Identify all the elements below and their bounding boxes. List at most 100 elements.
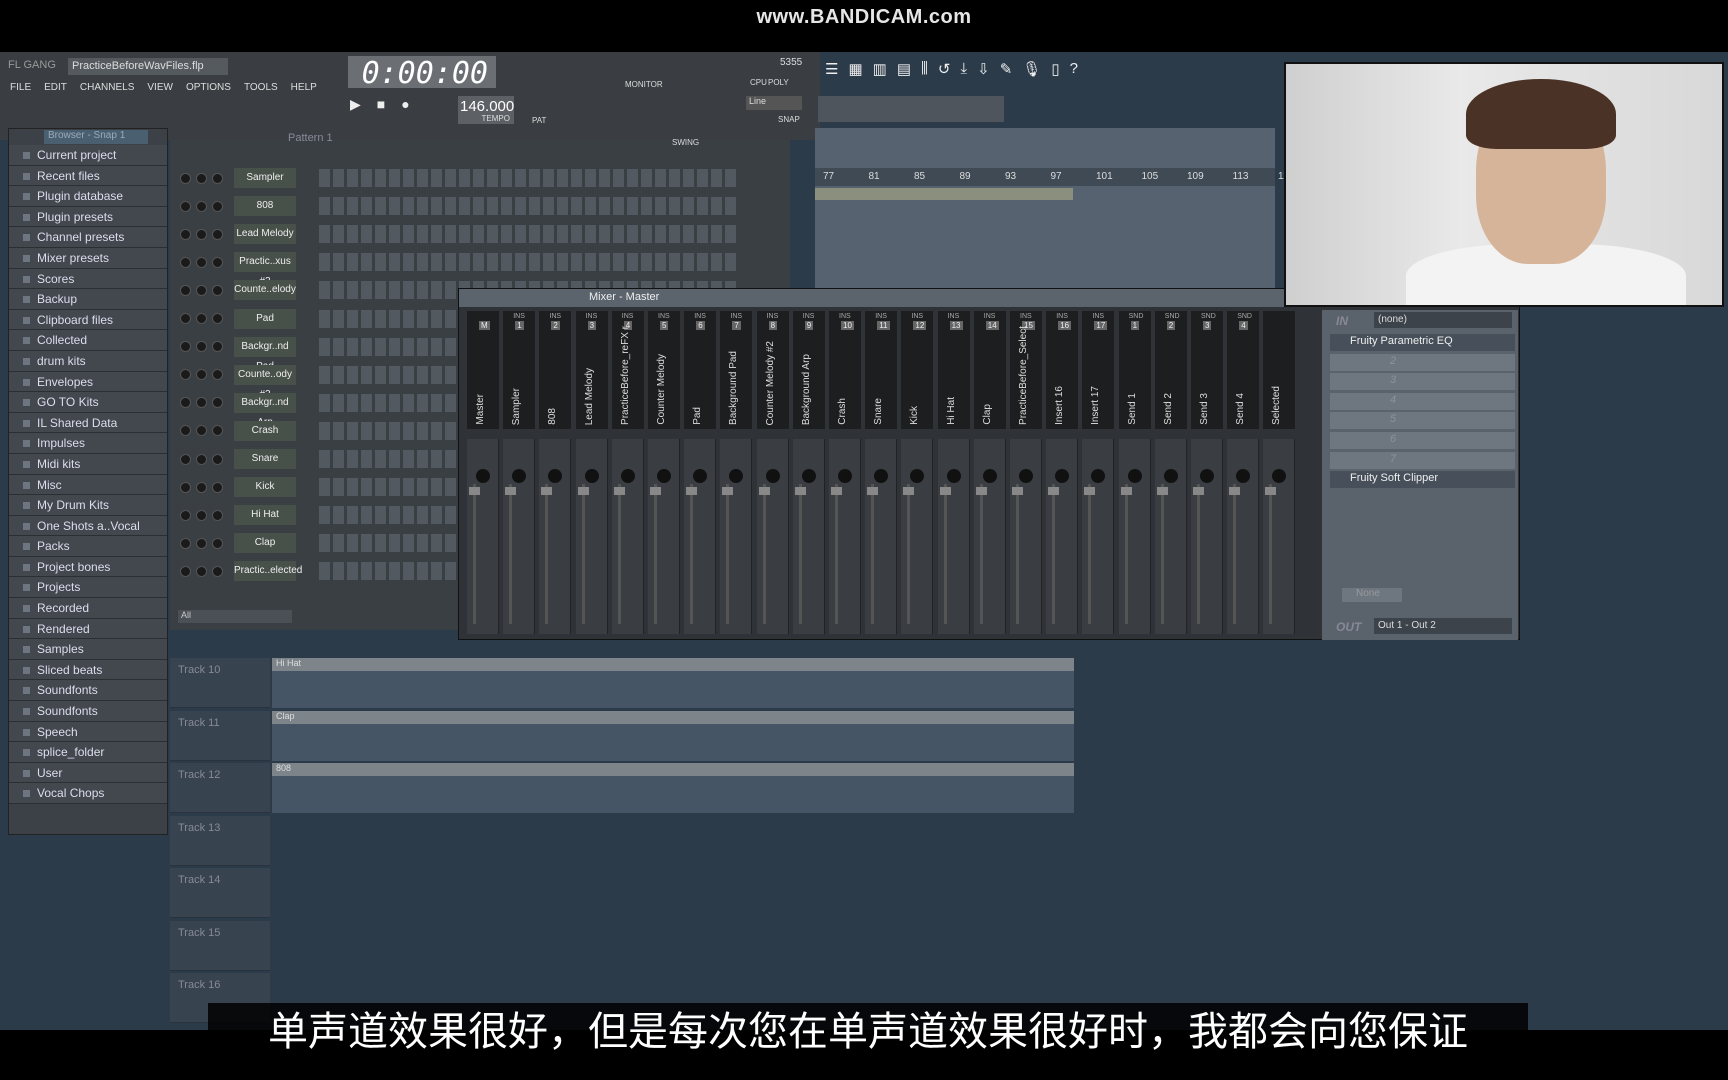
step[interactable] — [571, 169, 582, 187]
step[interactable] — [333, 450, 344, 468]
browser-item[interactable]: splice_folder — [9, 742, 167, 763]
step[interactable] — [445, 562, 456, 581]
step[interactable] — [431, 365, 442, 384]
step[interactable] — [557, 169, 568, 187]
channel-button[interactable]: Counte..elody — [234, 280, 296, 301]
step[interactable] — [445, 450, 456, 468]
step[interactable] — [333, 197, 344, 216]
step[interactable] — [613, 169, 624, 187]
volume-fader[interactable] — [617, 484, 621, 624]
pan-knob[interactable] — [801, 469, 816, 483]
step[interactable] — [389, 562, 400, 581]
fader-handle[interactable] — [975, 487, 987, 495]
pan-knob[interactable] — [196, 369, 207, 381]
step[interactable] — [445, 337, 456, 356]
browser-item[interactable]: Soundfonts — [9, 680, 167, 702]
browser-item[interactable]: Midi kits — [9, 453, 167, 475]
step[interactable] — [417, 365, 428, 384]
step[interactable] — [487, 169, 498, 187]
fader-handle[interactable] — [650, 487, 661, 495]
volume-fader[interactable] — [654, 484, 657, 624]
pan-knob[interactable] — [946, 469, 961, 483]
browser-item[interactable]: Mixer presets — [9, 247, 167, 269]
channel-button[interactable]: Clap — [234, 533, 296, 554]
step[interactable] — [361, 534, 372, 553]
browser-item[interactable]: Collected — [9, 330, 167, 351]
render-icon[interactable]: ⇩ — [977, 60, 990, 78]
track-header[interactable]: Track 13 — [170, 815, 270, 866]
step[interactable] — [319, 281, 330, 300]
mute-button[interactable] — [180, 341, 191, 353]
step[interactable] — [361, 197, 372, 216]
step[interactable] — [487, 197, 498, 216]
step[interactable] — [333, 225, 344, 244]
channel-button[interactable]: Backgr..nd Arp — [234, 392, 296, 428]
fx-slot[interactable]: 2 — [1330, 353, 1515, 371]
step[interactable] — [431, 450, 442, 468]
step[interactable] — [333, 169, 344, 187]
step[interactable] — [543, 225, 554, 244]
track-header[interactable]: Track 12 — [170, 763, 270, 813]
step[interactable] — [641, 197, 652, 216]
pan-knob[interactable] — [729, 469, 744, 483]
step[interactable] — [361, 337, 372, 356]
mixer-track-label[interactable]: SND 1 Send 1 — [1118, 311, 1151, 429]
volume-knob[interactable] — [212, 509, 223, 521]
step[interactable] — [403, 253, 414, 272]
step[interactable] — [347, 562, 358, 581]
step[interactable] — [389, 309, 400, 328]
step[interactable] — [403, 478, 414, 497]
menu-help[interactable]: HELP — [291, 82, 317, 93]
step[interactable] — [403, 421, 414, 440]
mute-button[interactable] — [180, 369, 191, 381]
document-icon[interactable]: ▯ — [1051, 60, 1059, 78]
fx-slot[interactable]: Fruity Soft Clipper — [1330, 471, 1515, 489]
mute-button[interactable] — [180, 313, 191, 324]
volume-fader[interactable] — [907, 484, 911, 624]
channel-button[interactable]: Pad — [234, 308, 296, 329]
step[interactable] — [319, 365, 330, 384]
channel-button[interactable]: Hi Hat — [234, 505, 296, 526]
volume-fader[interactable] — [581, 484, 585, 624]
stop-icon[interactable]: ■ — [377, 96, 385, 113]
step[interactable] — [599, 169, 610, 187]
step[interactable] — [543, 253, 554, 272]
pattern-selector[interactable]: Pattern 1 — [288, 132, 333, 144]
mixer-track-label[interactable]: SND 4 Send 4 — [1227, 311, 1260, 429]
record-icon[interactable]: ● — [401, 96, 409, 113]
pan-knob[interactable] — [512, 469, 527, 483]
step[interactable] — [361, 309, 372, 328]
step[interactable] — [585, 225, 596, 244]
browser-item[interactable]: Projects — [9, 577, 167, 599]
step[interactable] — [613, 225, 624, 244]
mixer-track-label[interactable]: Selected — [1263, 311, 1296, 429]
step[interactable] — [627, 225, 638, 244]
channel-button[interactable]: Sampler — [234, 168, 296, 188]
input-select[interactable]: (none) — [1374, 312, 1512, 328]
menu-channels[interactable]: CHANNELS — [80, 82, 134, 93]
mixer-track-label[interactable]: SND 2 Send 2 — [1154, 311, 1187, 429]
menu-tools[interactable]: TOOLS — [244, 82, 278, 93]
pan-knob[interactable] — [1091, 469, 1106, 483]
step[interactable] — [389, 421, 400, 440]
step[interactable] — [473, 225, 484, 244]
pan-knob[interactable] — [196, 228, 207, 240]
step[interactable] — [445, 225, 456, 244]
step[interactable] — [599, 253, 610, 272]
step[interactable] — [613, 197, 624, 216]
step[interactable] — [599, 225, 610, 244]
step[interactable] — [403, 393, 414, 412]
pan-knob[interactable] — [196, 284, 207, 296]
step[interactable] — [431, 309, 442, 328]
mixer-track-label[interactable]: INS 14 Clap — [973, 311, 1006, 429]
browser-item[interactable]: Envelopes — [9, 371, 167, 393]
pan-knob[interactable] — [693, 469, 708, 483]
step[interactable] — [571, 253, 582, 272]
step[interactable] — [669, 225, 680, 244]
mute-button[interactable] — [180, 397, 191, 409]
mute-button[interactable] — [180, 200, 191, 212]
step[interactable] — [361, 478, 372, 497]
step[interactable] — [515, 169, 526, 187]
step[interactable] — [375, 478, 386, 497]
pan-knob[interactable] — [196, 313, 207, 324]
